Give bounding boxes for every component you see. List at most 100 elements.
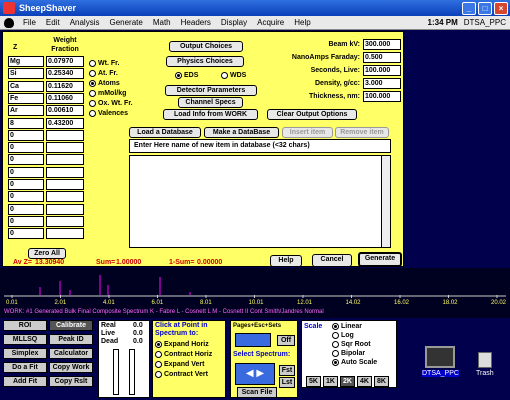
menu-item[interactable]: Analysis [65,18,105,27]
trash-icon[interactable] [478,352,492,368]
fraction-cell[interactable] [46,228,84,240]
spectrum-arrows[interactable]: ◀ ▶ [235,363,275,385]
scale-option[interactable]: Linear [332,323,362,330]
fraction-cell[interactable] [46,154,84,166]
menu-item[interactable]: File [18,18,41,27]
menu-item[interactable]: Help [289,18,315,27]
click-option[interactable]: Expand Horiz [155,341,209,348]
fraction-cell[interactable]: 0.07970 [46,56,84,67]
tool-button[interactable]: Copy Work [49,362,93,373]
element-cell[interactable]: Ca [8,80,44,92]
last-button[interactable]: Lst [279,377,295,388]
tool-button[interactable]: MLLSQ [3,334,47,345]
fraction-option[interactable]: Wt. Fr. [89,60,119,67]
fraction-cell[interactable]: 0.00610 [46,105,84,117]
maximize-button[interactable]: □ [478,1,492,15]
database-scrollbar[interactable] [381,156,390,247]
param-input[interactable]: 100.000 [363,91,401,102]
element-cell[interactable]: 0 [8,166,44,178]
help-button[interactable]: Help [270,255,302,267]
menu-item[interactable]: Edit [41,18,65,27]
first-button[interactable]: Fst [279,365,295,376]
fraction-cell[interactable] [46,166,84,178]
detector-type-option[interactable]: WDS [221,72,246,79]
fraction-option[interactable]: At. Fr. [89,70,118,77]
scale-range-button[interactable]: 5K [306,376,321,387]
param-input[interactable]: 0.500 [363,52,401,63]
element-cell[interactable]: 0 [8,203,44,215]
channel-specs-button[interactable]: Channel Specs [178,97,243,108]
param-input[interactable]: 300.000 [363,39,401,50]
scale-range-button[interactable]: 2K [340,376,355,387]
physics-choices-button[interactable]: Physics Choices [166,56,244,67]
scale-option[interactable]: Log [332,332,354,339]
fraction-option[interactable]: Ox. Wt. Fr. [89,100,133,107]
page-arrows[interactable] [235,333,271,347]
click-option[interactable]: Expand Vert [155,361,204,368]
fraction-cell[interactable]: 0.43200 [46,117,84,129]
fraction-cell[interactable]: 0.25340 [46,68,84,80]
menu-item[interactable]: Generate [104,18,147,27]
tool-button[interactable]: ROI [3,320,47,331]
tool-button[interactable]: Calculator [49,348,93,359]
scale-option[interactable]: Auto Scale [332,359,377,366]
tool-button[interactable]: Copy Rslt [49,376,93,387]
click-option[interactable]: Contract Vert [155,371,208,378]
menu-item[interactable]: Acquire [252,18,289,27]
menu-item[interactable]: Display [216,18,252,27]
tool-button[interactable]: Simplex [3,348,47,359]
param-input[interactable]: 100.000 [363,65,401,76]
database-list[interactable] [129,155,391,248]
scale-range-button[interactable]: 4K [357,376,372,387]
element-cell[interactable]: 0 [8,129,44,141]
fraction-cell[interactable] [46,215,84,227]
app-menu[interactable]: DTSA_PPC [464,18,510,27]
scale-option[interactable]: Sqr Root [332,341,371,348]
element-cell[interactable]: 0 [8,228,44,240]
fraction-cell[interactable] [46,179,84,190]
element-cell[interactable]: 8 [8,117,44,129]
menu-item[interactable]: Headers [176,18,216,27]
fraction-cell[interactable]: 0.11620 [46,80,84,92]
cancel-button[interactable]: Cancel [312,254,352,267]
fraction-cell[interactable] [46,129,84,141]
scale-range-button[interactable]: 8K [374,376,389,387]
menu-item[interactable]: Math [148,18,176,27]
dtsa-app-icon[interactable] [425,346,455,368]
generate-button[interactable]: Generate [358,252,402,267]
close-button[interactable]: × [494,1,508,15]
element-cell[interactable]: 0 [8,215,44,227]
element-cell[interactable]: Ar [8,105,44,117]
element-cell[interactable]: 0 [8,191,44,203]
tool-button[interactable]: Calibrate [49,320,93,331]
off-button[interactable]: Off [277,335,295,346]
scan-file-button[interactable]: Scan File [237,387,277,398]
element-cell[interactable]: 0 [8,179,44,190]
fraction-option[interactable]: Valences [89,110,128,117]
click-option[interactable]: Contract Horiz [155,351,212,358]
load-info-from-work-button[interactable]: Load Info from WORK [163,109,258,120]
tool-button[interactable]: Peak ID [49,334,93,345]
element-cell[interactable]: 0 [8,154,44,166]
load-database-button[interactable]: Load a Database [129,127,201,138]
insert-item-button[interactable]: Insert item [282,127,333,138]
element-cell[interactable]: Fe [8,92,44,104]
scale-range-button[interactable]: 1K [323,376,338,387]
make-database-button[interactable]: Make a DataBase [204,127,279,138]
detector-type-option[interactable]: EDS [175,72,198,79]
tool-button[interactable]: Do a Fit [3,362,47,373]
element-cell[interactable]: Si [8,68,44,80]
fraction-cell[interactable] [46,191,84,203]
minimize-button[interactable]: _ [462,1,476,15]
scale-option[interactable]: Bipolar [332,350,365,357]
remove-item-button[interactable]: Remove item [335,127,389,138]
zero-all-button[interactable]: Zero All [28,248,66,259]
element-cell[interactable]: Mg [8,56,44,67]
detector-parameters-button[interactable]: Detector Parameters [165,85,257,96]
clear-output-options-button[interactable]: Clear Output Options [267,109,357,120]
tool-button[interactable]: Add Fit [3,376,47,387]
output-choices-button[interactable]: Output Choices [169,41,243,52]
param-input[interactable]: 3.000 [363,78,401,89]
fraction-cell[interactable] [46,142,84,154]
apple-menu-icon[interactable] [4,17,14,28]
